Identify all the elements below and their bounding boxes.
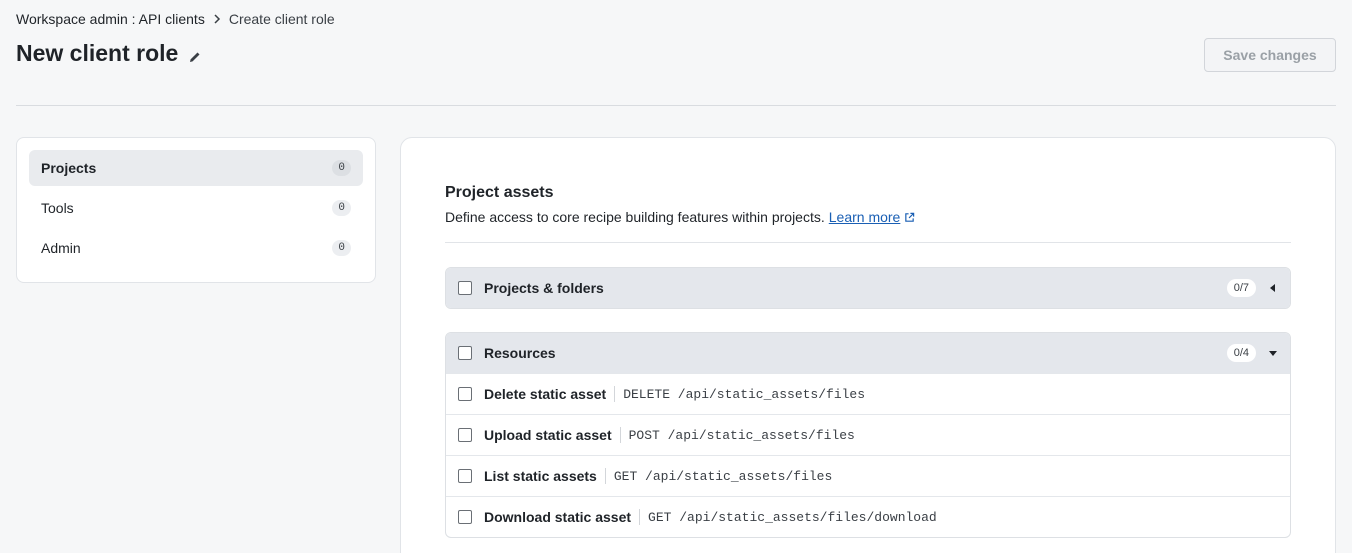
permission-checkbox[interactable] xyxy=(458,510,472,524)
permission-name: Delete static asset xyxy=(484,386,607,402)
permission-group-projects-folders: Projects & folders 0/7 xyxy=(445,267,1291,309)
caret-left-icon[interactable] xyxy=(1268,283,1278,293)
permission-name: Download static asset xyxy=(484,509,632,525)
category-sidebar: Projects 0 Tools 0 Admin 0 xyxy=(16,137,376,283)
permission-row: List static assets GET /api/static_asset… xyxy=(446,455,1290,496)
group-header[interactable]: Resources 0/4 xyxy=(446,333,1290,373)
caret-down-icon[interactable] xyxy=(1268,348,1278,358)
permission-separator xyxy=(619,427,621,443)
section-title: Project assets xyxy=(445,184,554,201)
sidebar-item-label: Projects xyxy=(41,160,97,176)
section-description: Define access to core recipe building fe… xyxy=(445,209,915,225)
permissions-panel: Project assets Define access to core rec… xyxy=(400,137,1336,553)
header-divider xyxy=(16,105,1336,106)
permission-separator xyxy=(604,468,606,484)
group-count-badge: 0/4 xyxy=(1226,344,1256,362)
count-badge: 0 xyxy=(332,240,351,256)
group-label: Projects & folders xyxy=(484,280,604,296)
count-badge: 0 xyxy=(332,160,351,176)
permission-checkbox[interactable] xyxy=(458,387,472,401)
breadcrumb-current: Create client role xyxy=(228,11,335,27)
permission-name: List static assets xyxy=(484,468,597,484)
save-changes-button[interactable]: Save changes xyxy=(1204,38,1336,72)
group-header[interactable]: Projects & folders 0/7 xyxy=(446,268,1290,308)
title-row: New client role xyxy=(16,40,202,67)
page-title: New client role xyxy=(16,40,179,66)
breadcrumb: Workspace admin : API clients Create cli… xyxy=(16,11,335,27)
permission-endpoint: DELETE /api/static_assets/files xyxy=(623,386,866,402)
group-label: Resources xyxy=(484,345,556,361)
chevron-right-icon xyxy=(214,14,220,24)
sidebar-item-admin[interactable]: Admin 0 xyxy=(29,230,363,266)
sidebar-item-projects[interactable]: Projects 0 xyxy=(29,150,363,186)
permission-endpoint: GET /api/static_assets/files xyxy=(613,468,833,484)
permission-endpoint: POST /api/static_assets/files xyxy=(628,427,855,443)
permission-checkbox[interactable] xyxy=(458,428,472,442)
count-badge: 0 xyxy=(332,200,351,216)
group-checkbox[interactable] xyxy=(458,281,472,295)
permission-separator xyxy=(614,386,616,402)
breadcrumb-link-api-clients[interactable]: Workspace admin : API clients xyxy=(16,11,205,27)
group-count-badge: 0/7 xyxy=(1226,279,1256,297)
permission-row: Delete static asset DELETE /api/static_a… xyxy=(446,373,1290,414)
permission-row: Download static asset GET /api/static_as… xyxy=(446,496,1290,537)
permission-name: Upload static asset xyxy=(484,427,612,443)
learn-more-link[interactable]: Learn more xyxy=(829,209,901,225)
permission-group-resources: Resources 0/4 Delete static asset DELETE… xyxy=(445,332,1291,538)
external-link-icon xyxy=(905,212,915,222)
section-divider xyxy=(445,242,1291,243)
group-checkbox[interactable] xyxy=(458,346,472,360)
permission-row: Upload static asset POST /api/static_ass… xyxy=(446,414,1290,455)
section-description-text: Define access to core recipe building fe… xyxy=(445,209,825,225)
permission-separator xyxy=(639,509,641,525)
pencil-icon[interactable] xyxy=(188,50,202,64)
sidebar-item-label: Tools xyxy=(41,200,74,216)
sidebar-item-label: Admin xyxy=(41,240,81,256)
sidebar-item-tools[interactable]: Tools 0 xyxy=(29,190,363,226)
permission-endpoint: GET /api/static_assets/files/download xyxy=(648,509,937,525)
permission-checkbox[interactable] xyxy=(458,469,472,483)
